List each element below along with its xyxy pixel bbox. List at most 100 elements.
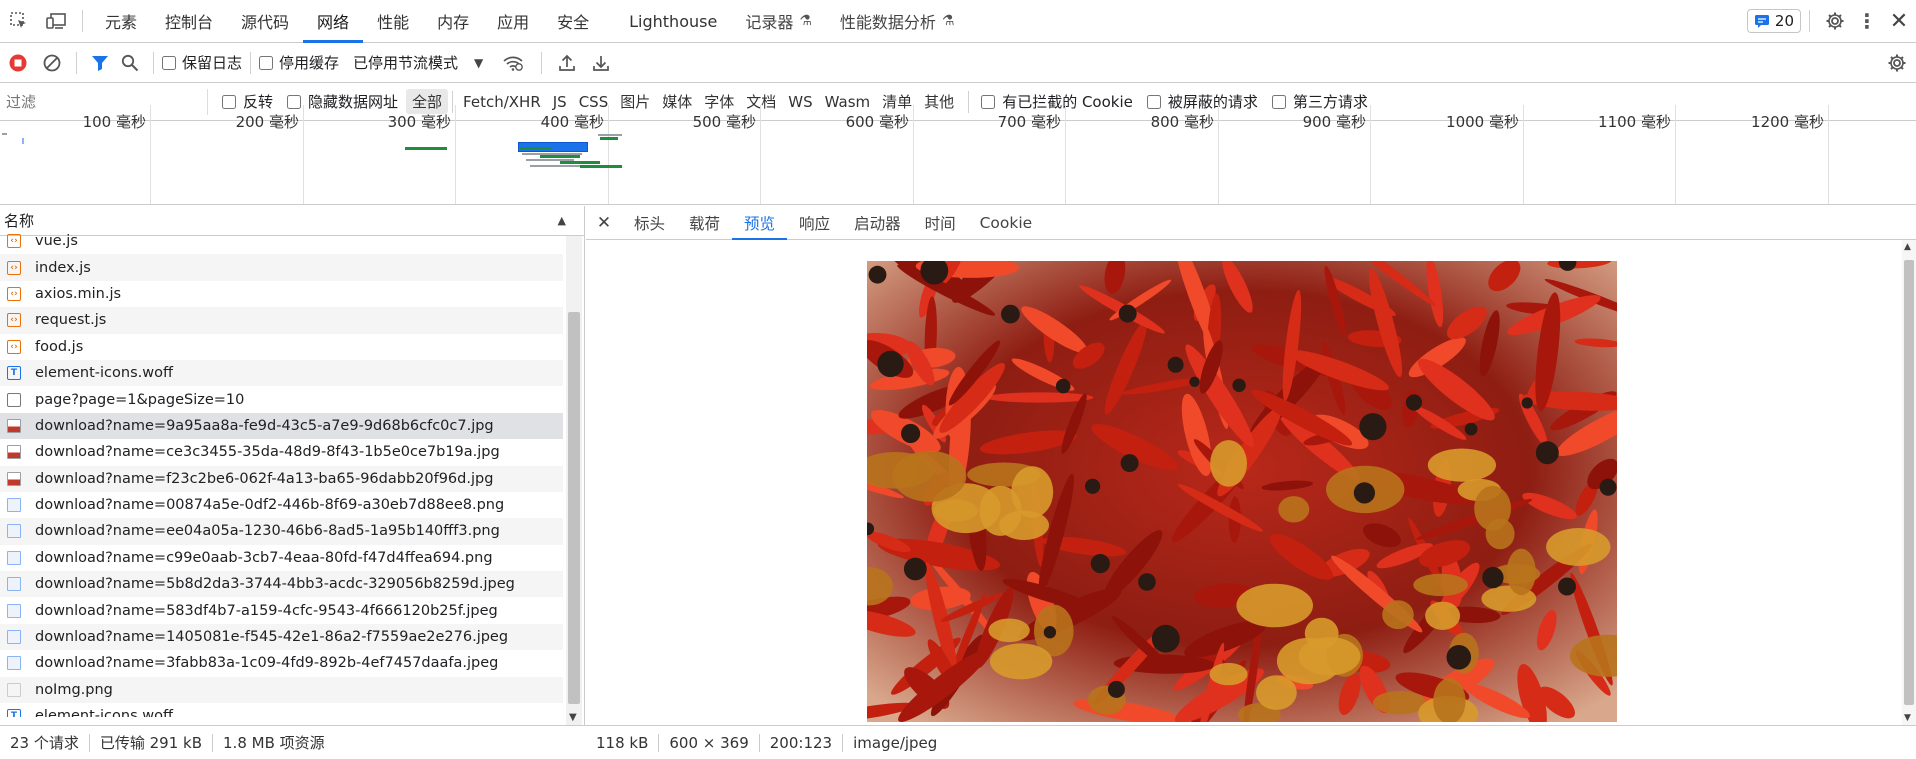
more-options-icon[interactable]: ⋮ [1852,0,1882,43]
inspect-element-icon[interactable] [0,0,38,43]
tab-network[interactable]: 网络 [303,0,363,43]
timeline-tick-label: 200 毫秒 [235,113,299,131]
timeline-tick-label: 500 毫秒 [692,113,756,131]
request-row[interactable]: download?name=ee04a05a-1230-46b6-8ad5-1a… [0,518,563,545]
chili-piece [986,392,1094,403]
detail-tab-label: Cookie [979,213,1033,232]
scroll-down-arrow-icon[interactable]: ▼ [569,712,577,723]
request-row[interactable]: download?name=c99e0aab-3cb7-4eaa-80fd-f4… [0,545,563,571]
tab-application[interactable]: 应用 [483,0,543,43]
peppercorn [1535,441,1559,465]
image-file-icon [7,577,21,592]
request-detail-panel: ✕ 标头 载荷 预览 响应 启动器 时间 Cookie ▲ ▼ [586,206,1916,725]
tab-sources[interactable]: 源代码 [227,0,303,43]
detail-tab-label: 载荷 [689,214,721,233]
clear-icon[interactable] [36,43,68,83]
disable-cache-label: 停用缓存 [279,54,340,72]
request-row[interactable]: download?name=1405081e-f545-42e1-86a2-f7… [0,623,563,651]
request-name: download?name=583df4b7-a159-4cfc-9543-4f… [35,602,498,619]
tab-performance-insights[interactable]: 性能数据分析 ⚗ [826,0,969,43]
throttle-select[interactable]: 已停用节流模式 ▼ [353,52,483,73]
request-list-scrollbar[interactable]: ▼ [566,236,582,725]
tab-performance[interactable]: 性能 [363,0,423,43]
request-row[interactable]: ‹› vue.js [0,228,563,254]
preserve-log-option[interactable]: 保留日志 [162,52,242,73]
record-stop-icon[interactable] [0,43,36,83]
request-row[interactable]: download?name=9a95aa8a-fe9d-43c5-a7e9-9d… [0,412,563,440]
detail-tab-timing[interactable]: 时间 [913,206,968,240]
request-name: request.js [35,312,107,329]
export-har-icon[interactable] [584,43,618,83]
fried-piece [988,618,1030,643]
tab-recorder[interactable]: 记录器 ⚗ [731,0,826,43]
peppercorn [1107,680,1125,698]
disable-cache-option[interactable]: 停用缓存 [259,52,339,73]
tab-label: 性能 [377,13,410,32]
detail-tab-preview[interactable]: 预览 [732,206,787,240]
scrollbar-thumb[interactable] [1904,260,1914,705]
request-row[interactable]: ‹› request.js [0,307,563,334]
tab-label: 记录器 [745,13,794,32]
preserve-log-checkbox[interactable] [162,55,176,70]
request-row[interactable]: download?name=5b8d2da3-3744-4bb3-acdc-32… [0,571,563,598]
request-row[interactable]: Telement-icons.woff [0,359,563,387]
status-bar: 23 个请求 已传输 291 kB 1.8 MB 项资源 118 kB 600 … [0,725,1916,759]
peppercorn [1405,394,1423,411]
peppercorn [1151,624,1180,653]
close-devtools-icon[interactable]: ✕ [1882,0,1916,43]
image-file-icon [7,498,21,513]
request-list-panel: 名称 ▲ ‹› vue.js ‹› index.js ‹› axios.min.js ‹› r… [0,206,585,725]
request-name: axios.min.js [35,285,122,302]
request-row[interactable]: Telement-icons.woff [0,703,563,717]
detail-tab-headers[interactable]: 标头 [622,206,677,240]
divider [153,51,154,74]
image-aspect-ratio: 200:123 [760,733,844,752]
device-toolbar-icon[interactable] [38,0,74,43]
request-name: download?name=f23c2be6-062f-4a13-ba65-96… [35,470,494,487]
network-settings-gear-icon[interactable] [1878,43,1916,83]
experimental-flask-icon: ⚗ [941,13,955,29]
timeline-gridline [455,105,456,204]
preview-scrollbar[interactable]: ▲ ▼ [1902,240,1916,725]
request-row[interactable]: noImg.png [0,676,563,704]
timeline-tick-label: 1000 毫秒 [1446,113,1519,131]
request-row[interactable]: download?name=00874a5e-0df2-446b-8f69-a3… [0,492,563,518]
tab-elements[interactable]: 元素 [91,0,151,43]
network-conditions-wifi-icon[interactable] [493,43,533,83]
request-row[interactable]: download?name=583df4b7-a159-4cfc-9543-4f… [0,597,563,623]
waterfall-bar [520,147,552,150]
settings-gear-icon[interactable] [1818,0,1852,43]
request-name: download?name=3fabb83a-1c09-4fd9-892b-4e… [35,655,499,672]
detail-tab-initiator[interactable]: 启动器 [842,206,913,240]
request-row[interactable]: page?page=1&pageSize=10 [0,386,563,412]
request-row[interactable]: ‹› index.js [0,254,563,281]
scroll-down-arrow-icon[interactable]: ▼ [1904,713,1911,723]
request-summary: 23 个请求 已传输 291 kB 1.8 MB 项资源 [0,733,586,752]
scroll-up-arrow-icon[interactable]: ▲ [1904,242,1911,252]
waterfall-bar [405,147,447,150]
waterfall-bar [600,137,618,140]
tab-lighthouse[interactable]: Lighthouse [615,0,731,43]
request-row[interactable]: download?name=ce3c3455-35da-48d9-8f43-1b… [0,439,563,465]
peppercorn [1001,304,1020,324]
tab-console[interactable]: 控制台 [151,0,227,43]
detail-tab-payload[interactable]: 载荷 [677,206,732,240]
tab-label: 网络 [317,13,350,32]
disable-cache-checkbox[interactable] [259,55,274,70]
tab-memory[interactable]: 内存 [423,0,483,43]
search-icon[interactable] [115,43,145,83]
filter-icon[interactable] [85,43,115,83]
peppercorn [1167,356,1184,373]
import-har-icon[interactable] [550,43,584,83]
request-row[interactable]: download?name=f23c2be6-062f-4a13-ba65-96… [0,465,563,492]
detail-tab-response[interactable]: 响应 [787,206,842,240]
request-row[interactable]: ‹› food.js [0,334,563,360]
request-row[interactable]: download?name=3fabb83a-1c09-4fd9-892b-4e… [0,650,563,676]
timeline-overview[interactable]: 100 毫秒 200 毫秒 300 毫秒 400 毫秒 500 毫秒 600 毫秒 700 … [0,105,1916,205]
issues-badge[interactable]: 20 [1746,9,1801,33]
request-row[interactable]: ‹› axios.min.js [0,281,563,307]
tab-security[interactable]: 安全 [543,0,603,43]
scrollbar-thumb[interactable] [568,312,580,704]
close-detail-icon[interactable]: ✕ [586,206,622,240]
detail-tab-cookies[interactable]: Cookie [968,206,1045,240]
